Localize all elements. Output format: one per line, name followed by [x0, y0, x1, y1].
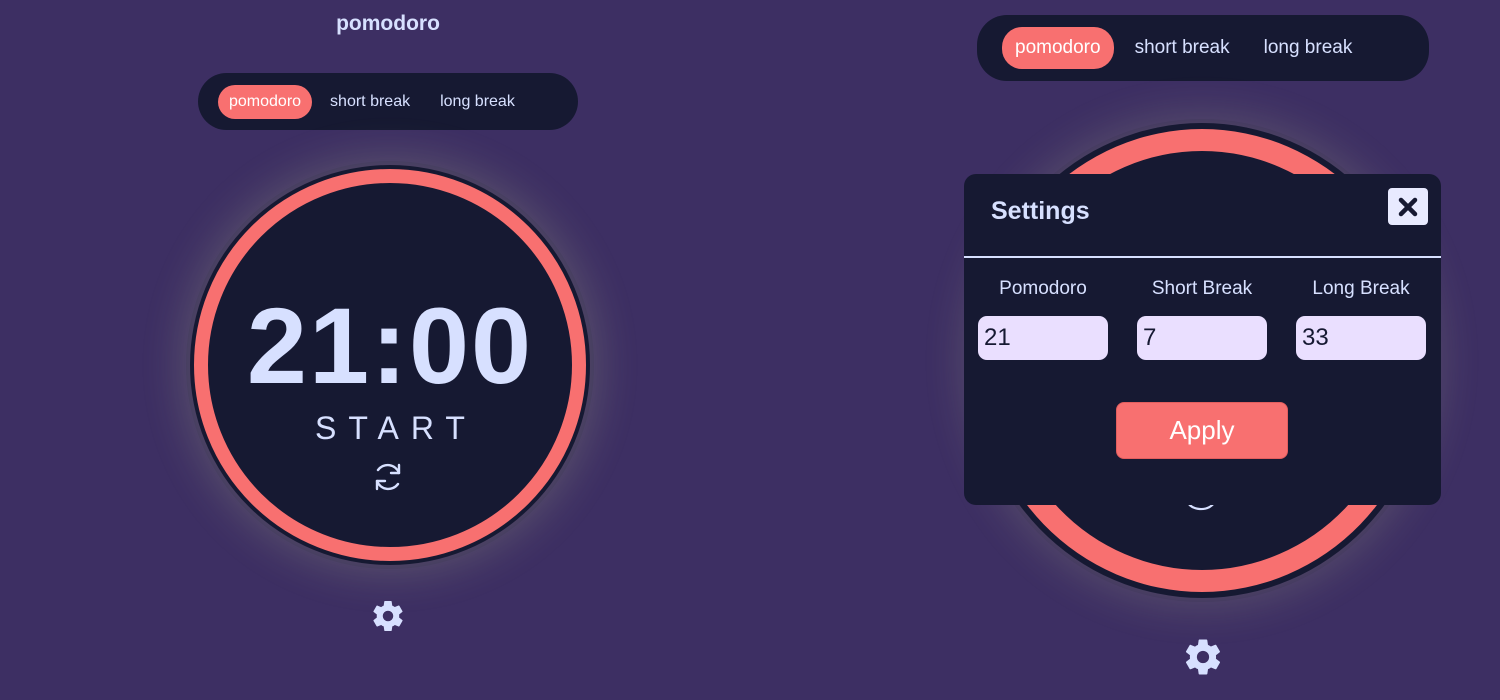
modal-title: Settings	[991, 197, 1090, 225]
tab-short-break[interactable]: short break	[1122, 27, 1243, 69]
app-title: pomodoro	[336, 12, 440, 35]
refresh-icon[interactable]	[371, 460, 405, 494]
start-button[interactable]: START	[190, 410, 590, 447]
timer-dial: 21:00 START	[190, 165, 590, 565]
long-break-minutes-input[interactable]	[1296, 316, 1426, 360]
short-break-minutes-input[interactable]	[1137, 316, 1267, 360]
tab-long-break[interactable]: long break	[428, 85, 527, 119]
tab-short-break[interactable]: short break	[318, 85, 422, 119]
field-label: Long Break	[1312, 278, 1410, 299]
tab-pomodoro[interactable]: pomodoro	[1002, 27, 1114, 69]
field-label: Pomodoro	[999, 278, 1087, 299]
timer-display: 21:00	[246, 285, 534, 406]
modal-divider	[964, 256, 1441, 258]
close-icon	[1398, 197, 1418, 216]
long-break-setting: Long Break	[1296, 278, 1426, 360]
gear-icon[interactable]	[1182, 636, 1224, 678]
apply-button[interactable]: Apply	[1116, 402, 1288, 459]
field-label: Short Break	[1151, 278, 1253, 299]
tab-pomodoro[interactable]: pomodoro	[218, 84, 313, 119]
tab-long-break[interactable]: long break	[1251, 27, 1366, 69]
short-break-setting: Short Break	[1137, 278, 1267, 360]
pomodoro-minutes-input[interactable]	[978, 316, 1108, 360]
pomodoro-setting: Pomodoro	[978, 278, 1108, 360]
mode-tabs: pomodoro short break long break	[198, 73, 578, 130]
app-stage: pomodoro pomodoro short break long break…	[0, 0, 1500, 700]
mode-tabs-secondary: pomodoro short break long break	[977, 15, 1429, 81]
settings-modal: Settings Pomodoro Short Break Long Break…	[964, 174, 1441, 505]
close-button[interactable]	[1388, 188, 1428, 225]
gear-icon[interactable]	[370, 598, 406, 634]
